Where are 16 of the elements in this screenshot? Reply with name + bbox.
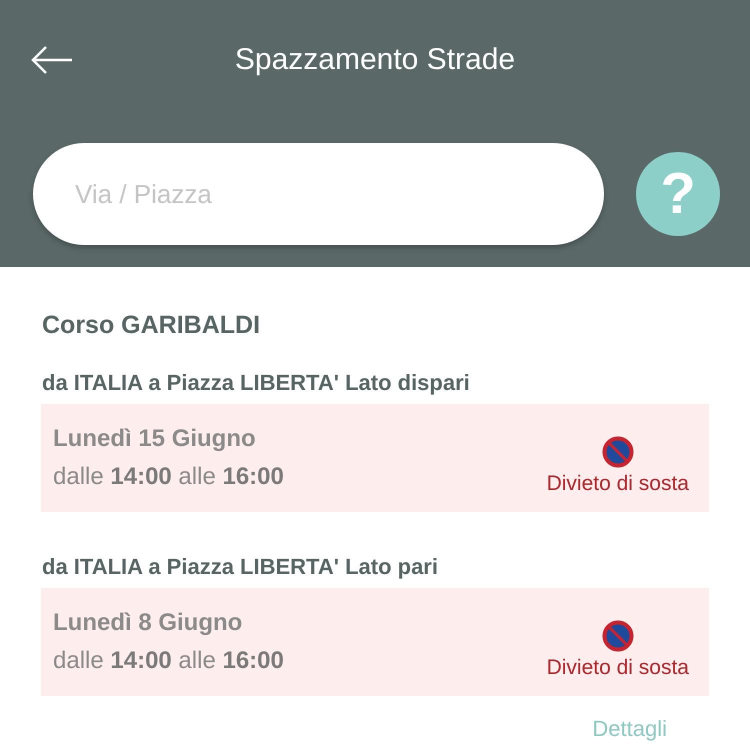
segment-label: da ITALIA a Piazza LIBERTA' Lato pari bbox=[42, 554, 439, 580]
no-parking-icon bbox=[602, 436, 634, 468]
restriction-label: Divieto di sosta bbox=[546, 656, 689, 680]
schedule-time: dalle 14:00 alle 16:00 bbox=[53, 463, 284, 491]
search-field[interactable]: Via / Piazza bbox=[33, 143, 604, 245]
back-button[interactable] bbox=[30, 45, 74, 75]
no-parking-icon bbox=[602, 620, 634, 652]
street-name: Corso GARIBALDI bbox=[42, 311, 262, 340]
schedule-time: dalle 14:00 alle 16:00 bbox=[53, 647, 284, 675]
segment-label: da ITALIA a Piazza LIBERTA' Lato dispari bbox=[42, 370, 471, 396]
help-button[interactable]: ? bbox=[636, 152, 720, 236]
schedule-date: Lunedì 8 Giugno bbox=[53, 609, 244, 637]
screen-title: Spazzamento Strade bbox=[234, 43, 516, 76]
details-link[interactable]: Dettagli bbox=[592, 716, 667, 741]
restriction-label: Divieto di sosta bbox=[546, 472, 689, 496]
schedule-date: Lunedì 15 Giugno bbox=[53, 425, 257, 453]
